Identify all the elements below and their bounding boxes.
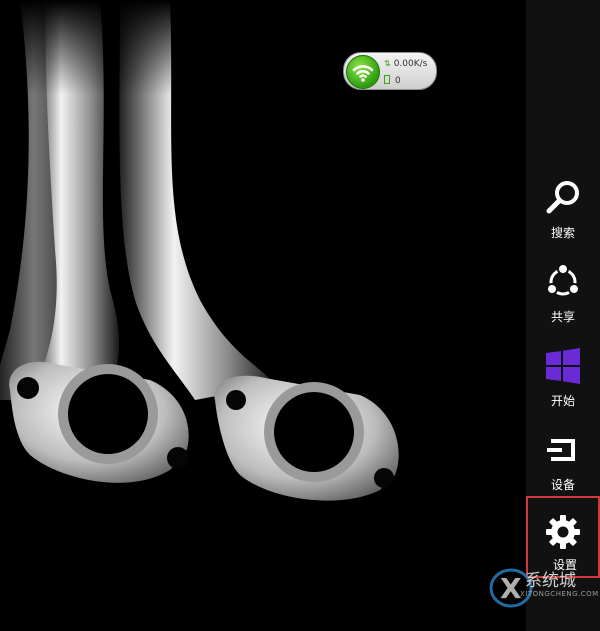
watermark-subtext: XITONGCHENG.COM <box>520 590 599 598</box>
network-speed-widget[interactable]: ⇅ 0.00K/s 0 <box>343 52 437 90</box>
gear-icon <box>546 515 580 549</box>
desktop-wallpaper <box>0 0 526 631</box>
charm-share[interactable]: 共享 <box>526 262 600 342</box>
network-count-value: 0 <box>395 76 401 86</box>
network-speed-row: ⇅ 0.00K/s <box>384 59 427 69</box>
watermark-text: 系统城 <box>525 571 576 591</box>
svg-text:X: X <box>500 572 522 605</box>
charm-start[interactable]: 开始 <box>526 346 600 426</box>
charm-search[interactable]: 搜索 <box>526 178 600 258</box>
charm-search-label: 搜索 <box>550 226 575 240</box>
network-speed-value: 0.00K/s <box>393 59 428 69</box>
windows-logo-icon <box>546 348 580 384</box>
network-count-row: 0 <box>384 75 401 86</box>
share-icon <box>546 263 580 296</box>
charm-share-label: 共享 <box>550 310 575 324</box>
charm-devices-label: 设备 <box>550 478 575 492</box>
charms-bar: 搜索 共享 开始 设备 设置 <box>526 0 600 631</box>
charm-start-label: 开始 <box>550 394 575 408</box>
up-down-arrows-icon: ⇅ <box>384 59 391 68</box>
devices-icon <box>547 439 575 461</box>
search-icon <box>546 181 579 214</box>
wifi-icon <box>346 55 380 89</box>
battery-icon <box>384 75 390 84</box>
